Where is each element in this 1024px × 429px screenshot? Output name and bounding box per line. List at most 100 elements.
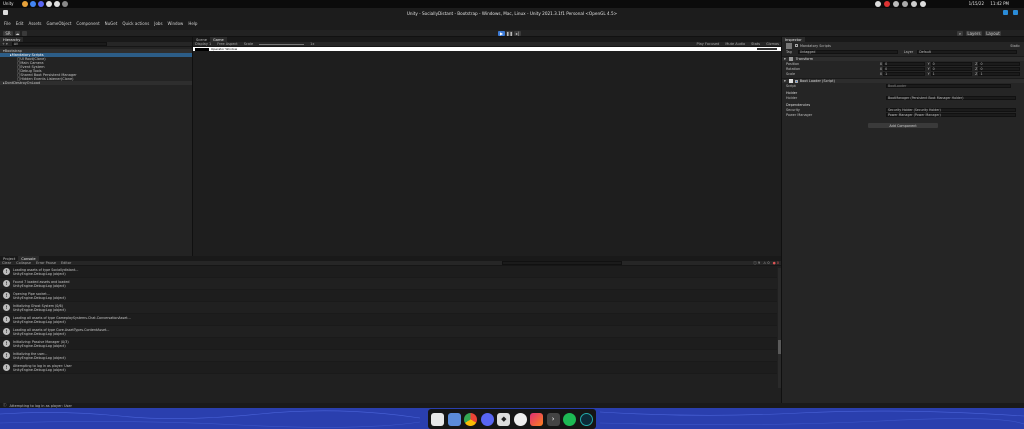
- terminal-icon[interactable]: ›: [546, 412, 560, 426]
- account-button[interactable]: SR: [3, 31, 13, 36]
- search-icon[interactable]: ⌕: [957, 31, 963, 36]
- app-icon[interactable]: [62, 1, 68, 7]
- log-entry[interactable]: ! Loading all assets of type Core.AssetTy…: [0, 326, 777, 338]
- holder-field[interactable]: BootManager (Persistent Boot Manager Hol…: [886, 95, 1016, 100]
- tray-icon[interactable]: [875, 1, 881, 7]
- enabled-checkbox[interactable]: [794, 79, 798, 83]
- menu-gameobject[interactable]: GameObject: [46, 21, 71, 26]
- aspect-dropdown[interactable]: Free Aspect: [217, 42, 237, 46]
- log-entry[interactable]: ! Initializing Ghost System (0/6) UnityEng…: [0, 302, 777, 314]
- chrome-icon[interactable]: [30, 1, 36, 7]
- unity-icon[interactable]: [46, 1, 52, 7]
- menu-window[interactable]: Window: [168, 21, 184, 26]
- position-y[interactable]: 0: [930, 61, 973, 66]
- files-icon[interactable]: [431, 412, 445, 426]
- unity-icon[interactable]: ◆: [497, 412, 511, 426]
- menu-assets[interactable]: Assets: [28, 21, 41, 26]
- editor-dropdown[interactable]: Editor: [61, 261, 71, 265]
- position-x[interactable]: 0: [883, 61, 925, 66]
- active-checkbox[interactable]: [795, 44, 798, 47]
- menu-help[interactable]: Help: [188, 21, 197, 26]
- console-log-list[interactable]: ! Loading assets of type Sociallydistant.…: [0, 266, 777, 374]
- layers-dropdown[interactable]: Layers: [966, 31, 982, 36]
- rotation-label: Rotation: [786, 66, 801, 71]
- files-icon[interactable]: [22, 1, 28, 7]
- collab-icon[interactable]: [22, 31, 27, 36]
- rotation-x[interactable]: 0: [883, 66, 925, 71]
- hierarchy-search-input[interactable]: All: [11, 42, 107, 46]
- tab-inspector[interactable]: Inspector: [782, 37, 805, 42]
- layer-dropdown[interactable]: Default: [917, 49, 1018, 54]
- menu-quick-actions[interactable]: Quick actions: [122, 21, 149, 26]
- scale-label: Scale: [786, 71, 796, 76]
- position-z[interactable]: 0: [978, 61, 1020, 66]
- scale-y[interactable]: 1: [930, 71, 973, 76]
- scale-slider[interactable]: [259, 43, 305, 45]
- menu-component[interactable]: Component: [76, 21, 99, 26]
- file-manager-icon[interactable]: [447, 412, 461, 426]
- error-pause-button[interactable]: Error Pause: [36, 261, 56, 265]
- tag-dropdown[interactable]: Untagged: [797, 49, 898, 54]
- display-dropdown[interactable]: Display 1: [195, 42, 211, 46]
- clock[interactable]: 11:42 PM: [990, 1, 1009, 6]
- menu-jobs[interactable]: Jobs: [154, 21, 162, 26]
- log-entry[interactable]: ! Attempting to log in as player: User Uni…: [0, 362, 777, 374]
- spotify-icon[interactable]: [563, 412, 577, 426]
- log-entry[interactable]: ! Opening Pipe socket... UnityEngine.Debug…: [0, 290, 777, 302]
- clear-button[interactable]: Clear: [2, 261, 11, 265]
- console-scrollbar[interactable]: [778, 268, 781, 388]
- log-entry[interactable]: ! Loading all assets of type GameplaySyst…: [0, 314, 777, 326]
- tray-icon[interactable]: [920, 1, 926, 7]
- static-toggle[interactable]: Static: [1010, 44, 1020, 48]
- tray-icon[interactable]: [893, 1, 899, 7]
- steam-icon[interactable]: [54, 1, 60, 7]
- close-icon[interactable]: [1013, 10, 1018, 15]
- error-count[interactable]: ● 0: [773, 261, 779, 265]
- dependency-field[interactable]: Security Holder (Security Holder): [886, 107, 1016, 112]
- dependency-label: Security: [786, 107, 800, 112]
- object-name-field[interactable]: Mandatory Scripts: [800, 44, 831, 48]
- layout-dropdown[interactable]: Layout: [985, 31, 1001, 36]
- stats-toggle[interactable]: Stats: [751, 42, 760, 46]
- play-focused-dropdown[interactable]: Play Focused: [697, 42, 720, 46]
- console-search-input[interactable]: [502, 261, 623, 265]
- chrome-icon[interactable]: [464, 412, 478, 426]
- warn-count[interactable]: ⚠ 0: [763, 261, 770, 265]
- scale-x[interactable]: 1: [883, 71, 925, 76]
- scale-z[interactable]: 1: [978, 71, 1020, 76]
- add-component-button[interactable]: Add Component: [868, 123, 938, 128]
- rotation-y[interactable]: 0: [930, 66, 973, 71]
- discord-icon[interactable]: [38, 1, 44, 7]
- info-count[interactable]: ⓘ 9: [753, 261, 760, 266]
- log-entry[interactable]: ! Loading assets of type Sociallydistant.…: [0, 266, 777, 278]
- rider-icon[interactable]: [530, 412, 544, 426]
- cloud-icon[interactable]: ☁: [15, 31, 20, 36]
- menu-file[interactable]: File: [4, 21, 11, 26]
- dependency-field[interactable]: Power Manager (Power Manager): [886, 112, 1016, 117]
- play-button[interactable]: ▶: [498, 31, 505, 36]
- log-entry[interactable]: ! Initializing: Passive Manager (0/3) Unit…: [0, 338, 777, 350]
- mute-audio-toggle[interactable]: Mute Audio: [725, 42, 745, 46]
- pause-button[interactable]: ❚❚: [506, 31, 513, 36]
- maximize-icon[interactable]: [1003, 10, 1008, 15]
- collapse-button[interactable]: Collapse: [16, 261, 31, 265]
- hierarchy-scene-row[interactable]: ▸ DontDestroyOnLoad: [0, 81, 192, 85]
- os-app-name[interactable]: Unity: [3, 1, 14, 6]
- menu-nuget[interactable]: NuGet: [105, 21, 118, 26]
- tray-icon[interactable]: [911, 1, 917, 7]
- add-icon[interactable]: + ▾: [2, 42, 8, 46]
- log-entry[interactable]: ! Found 7 loaded assets and loaded UnityEn…: [0, 278, 777, 290]
- tray-icon[interactable]: [902, 1, 908, 7]
- rotation-z[interactable]: 0: [978, 66, 1020, 71]
- tray-icon[interactable]: [884, 1, 890, 7]
- gizmos-dropdown[interactable]: Gizmos: [766, 42, 779, 46]
- info-icon: !: [3, 340, 10, 347]
- log-entry[interactable]: ! Initializing the user... UnityEngine.Deb…: [0, 350, 777, 362]
- menu-edit[interactable]: Edit: [16, 21, 24, 26]
- monitor-icon[interactable]: [579, 412, 593, 426]
- steam-icon[interactable]: [513, 412, 527, 426]
- step-button[interactable]: ▸|: [514, 31, 521, 36]
- menu-bar: File Edit Assets GameObject Component Nu…: [4, 21, 202, 26]
- discord-icon[interactable]: [480, 412, 494, 426]
- scrollbar-thumb[interactable]: [778, 340, 781, 354]
